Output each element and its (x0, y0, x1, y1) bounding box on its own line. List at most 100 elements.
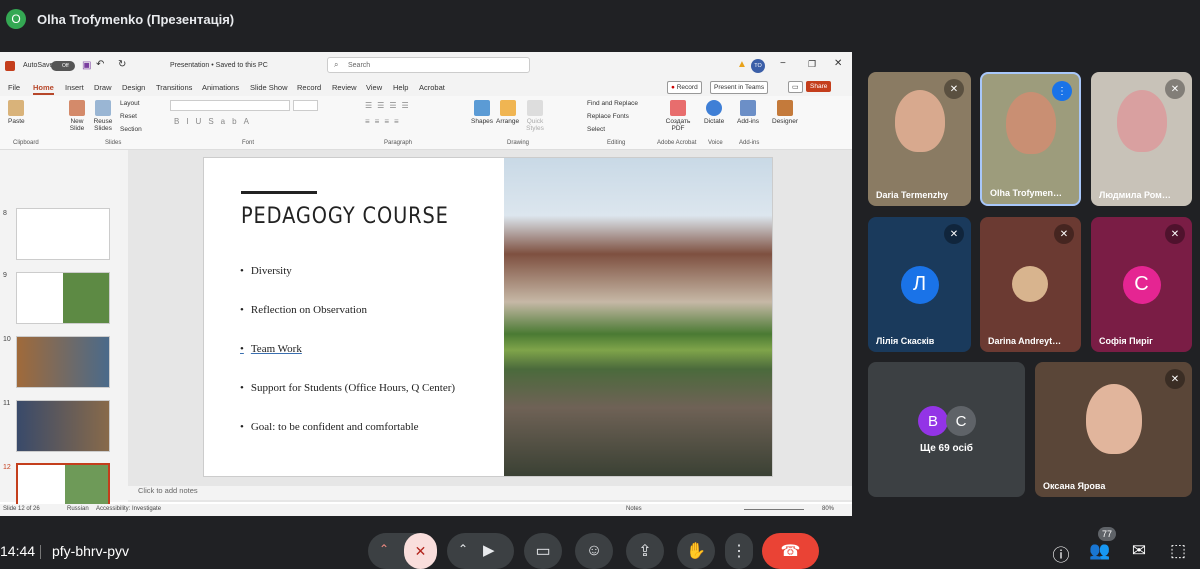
font-size-select[interactable] (293, 100, 318, 111)
campus-photo[interactable] (504, 158, 772, 476)
leave-call-button[interactable]: ☎ (762, 533, 819, 569)
user-avatar[interactable]: TO (751, 59, 765, 73)
tab-help[interactable]: Help (393, 83, 408, 92)
raise-hand-button[interactable]: ✋ (677, 533, 715, 569)
shapes-button[interactable]: Shapes (471, 100, 493, 125)
bullet-item[interactable]: Diversity (240, 265, 292, 277)
quick-styles-button[interactable]: Quick Styles (524, 100, 546, 132)
camera-options-chevron-icon[interactable]: ⌃ (458, 542, 468, 556)
add-ins-button[interactable]: Add-ins (737, 100, 759, 125)
speaking-icon: ⋮ (1052, 81, 1072, 101)
current-slide[interactable]: PEDAGOGY COURSE Diversity Reflection on … (203, 157, 773, 477)
slide-thumbnail-9[interactable] (16, 272, 110, 324)
tab-animations[interactable]: Animations (202, 83, 239, 92)
ribbon: Paste New Slide Reuse Slides Layout Rese… (0, 96, 852, 150)
more-participants-tile[interactable]: В С Ще 69 осіб (868, 362, 1025, 497)
activities-icon[interactable]: ⬚ (1167, 541, 1189, 561)
status-bar: Slide 12 of 26 Russian Accessibility: In… (0, 504, 852, 516)
search-input[interactable]: Search (348, 62, 370, 69)
participant-tile[interactable]: ✕ Людмила Ром… (1091, 72, 1192, 206)
autosave-toggle[interactable]: Off (51, 61, 75, 71)
participant-tile[interactable]: С ✕ Софія Пиріг (1091, 217, 1192, 352)
font-name-select[interactable] (170, 100, 290, 111)
bullet-item[interactable]: Team Work (240, 343, 302, 355)
mic-off-button[interactable]: ✕ (404, 533, 437, 569)
emoji-button[interactable]: ☺ (575, 533, 613, 569)
participant-tile-active[interactable]: ⋮ Olha Trofymen… (980, 72, 1081, 206)
slide-thumbnail-10[interactable] (16, 336, 110, 388)
info-icon[interactable]: ⓘ (1050, 541, 1072, 566)
reuse-slides-button[interactable]: Reuse Slides (92, 100, 114, 132)
find-replace-button[interactable]: Find and Replace (587, 100, 638, 107)
arrange-label: Arrange (496, 118, 520, 125)
alignment-icons[interactable]: ≡≡≡≡ (365, 117, 404, 126)
slide-title[interactable]: PEDAGOGY COURSE (241, 204, 449, 229)
designer-button[interactable]: Designer (772, 100, 798, 125)
participant-name: Людмила Ром… (1099, 190, 1171, 200)
participant-tile[interactable]: ✕ Оксана Ярова (1035, 362, 1192, 497)
replace-fonts-button[interactable]: Replace Fonts (587, 113, 629, 120)
create-pdf-button[interactable]: Создать PDF (664, 100, 692, 132)
participant-tile[interactable]: ✕ Daria Termenzhy (868, 72, 971, 206)
bullet-item[interactable]: Goal: to be confident and comfortable (240, 421, 419, 433)
notes-pane[interactable]: Click to add notes (128, 486, 852, 500)
tab-transitions[interactable]: Transitions (156, 83, 192, 92)
tab-file[interactable]: File (8, 83, 20, 92)
restore-icon[interactable]: ❐ (808, 59, 816, 70)
tab-insert[interactable]: Insert (65, 83, 84, 92)
mic-options-chevron-icon[interactable]: ⌃ (379, 542, 389, 556)
slide-thumbnail-11[interactable] (16, 400, 110, 452)
tab-view[interactable]: View (366, 83, 382, 92)
minimize-icon[interactable]: − (780, 58, 786, 69)
save-icon[interactable]: ▣ (82, 60, 91, 71)
language-status[interactable]: Russian (67, 506, 89, 512)
close-icon[interactable]: ✕ (834, 58, 842, 69)
tab-acrobat[interactable]: Acrobat (419, 83, 445, 92)
captions-button[interactable]: ▭ (524, 533, 562, 569)
reset-button[interactable]: Reset (120, 113, 137, 120)
undo-icon[interactable]: ↶ (96, 59, 104, 70)
new-slide-button[interactable]: New Slide (66, 100, 88, 132)
record-button[interactable]: ● Record (667, 81, 702, 94)
present-in-teams-button[interactable]: Present in Teams (710, 81, 769, 94)
slide-thumbnails: 8 9 10 11 12 13 (0, 150, 128, 515)
paste-button[interactable]: Paste (8, 100, 25, 125)
share-button[interactable]: Share (806, 81, 832, 92)
tab-draw[interactable]: Draw (94, 83, 112, 92)
paragraph-icons[interactable]: ☰☰☰☰ (365, 101, 414, 110)
people-icon[interactable]: 👥 (1089, 541, 1111, 561)
slide-thumbnail-8[interactable] (16, 208, 110, 260)
dictate-button[interactable]: Dictate (704, 100, 724, 125)
camera-button[interactable]: ▶ (483, 541, 495, 559)
tab-slide-show[interactable]: Slide Show (250, 83, 288, 92)
chat-icon[interactable]: ✉ (1128, 541, 1150, 561)
font-format-icons[interactable]: BIUSabA (174, 117, 256, 126)
quick-styles-label: Quick Styles (526, 118, 544, 132)
arrange-button[interactable]: Arrange (496, 100, 519, 125)
participant-tile[interactable]: Л ✕ Лілія Скаскiв (868, 217, 971, 352)
present-screen-button[interactable]: ⇪ (626, 533, 664, 569)
meeting-code: pfy-bhrv-pyv (52, 543, 130, 559)
zoom-level[interactable]: 80% (822, 506, 834, 512)
designer-label: Designer (772, 118, 799, 125)
shapes-icon (474, 100, 491, 116)
search-box[interactable]: ⌕ Search (327, 57, 530, 73)
group-drawing: Drawing (507, 140, 530, 146)
layout-button[interactable]: Layout (120, 100, 140, 107)
tab-record[interactable]: Record (297, 83, 321, 92)
tab-review[interactable]: Review (332, 83, 357, 92)
accessibility-status[interactable]: Accessibility: Investigate (96, 506, 161, 512)
warning-icon[interactable]: ▲ (737, 59, 747, 70)
tab-home[interactable]: Home (33, 83, 54, 95)
tab-design[interactable]: Design (122, 83, 145, 92)
bullet-item[interactable]: Support for Students (Office Hours, Q Ce… (240, 382, 455, 394)
section-button[interactable]: Section (120, 126, 142, 133)
comments-icon[interactable]: ▭ (788, 81, 803, 93)
notes-toggle[interactable]: Notes (626, 506, 642, 512)
redo-icon[interactable]: ↻ (118, 59, 126, 70)
select-button[interactable]: Select (587, 126, 605, 133)
more-options-button[interactable]: ⋮ (725, 533, 753, 569)
bullet-item[interactable]: Reflection on Observation (240, 304, 367, 316)
zoom-slider[interactable] (744, 509, 804, 510)
participant-tile[interactable]: ✕ Darina Andreyt… (980, 217, 1081, 352)
